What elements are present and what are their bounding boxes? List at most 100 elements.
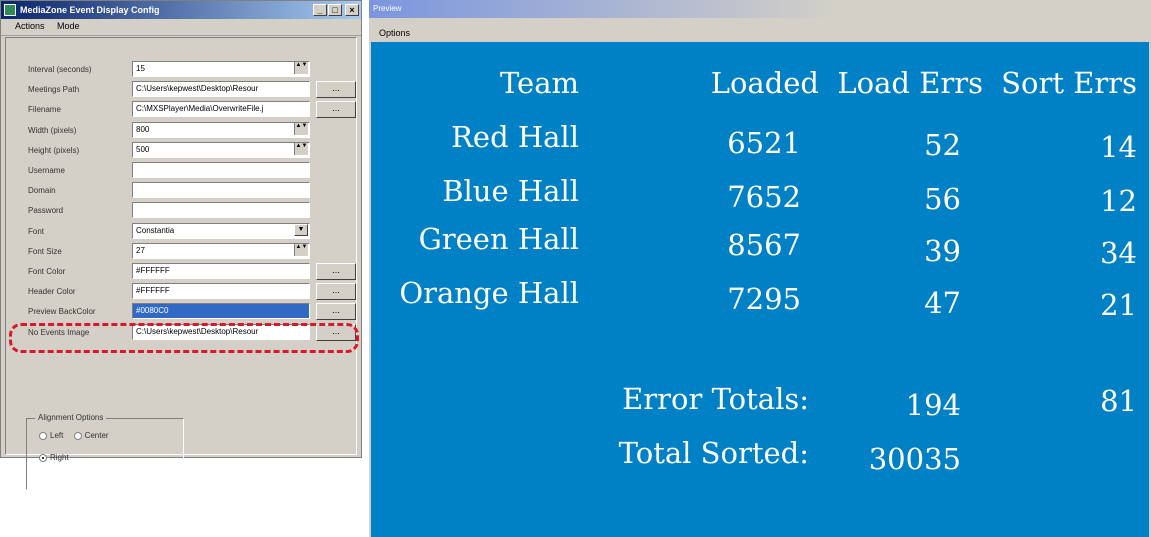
meetings-path-browse-button[interactable]: ... [316,81,356,98]
field-label-height-pixels: Height (pixels) [28,146,80,155]
row-3-team: Green Hall [418,222,579,256]
row-3-load-errs: 39 [924,234,961,268]
filename-input[interactable]: C:\MXSPlayer\Media\OverwriteFile.j [132,101,310,117]
field-row-domain: Domain [6,181,358,201]
preview-display: Team Loaded Load Errs Sort Errs Red Hall… [371,42,1149,537]
row-1-load-errs: 52 [924,128,961,162]
error-totals-label: Error Totals: [622,382,809,416]
row-4-loaded: 7295 [727,282,801,316]
field-label-password: Password [28,206,64,215]
filename-browse-button[interactable]: ... [316,101,356,118]
field-row-font-color: Font Color #FFFFFF... [6,262,358,282]
field-label-domain: Domain [28,186,56,195]
config-window-title: MediaZone Event Display Config [20,5,160,15]
chevron-down-icon[interactable]: ▼ [294,224,308,236]
field-row-height-pixels: Height (pixels) 500 ▲▼ [6,141,358,161]
interval-seconds-input[interactable]: 15 [132,61,310,77]
field-label-filename: Filename [28,105,61,114]
font-color-input[interactable]: #FFFFFF [132,263,310,279]
close-button[interactable]: × [345,4,359,16]
header-color-input[interactable]: #FFFFFF [132,283,310,299]
row-2-team: Blue Hall [442,174,579,208]
field-row-font: Font Constantia ▼ [6,222,358,242]
field-row-password: Password [6,201,358,221]
width-pixels-spinner[interactable]: ▲▼ [294,123,308,135]
config-form: Alignment Options Left Center Right Inte… [5,37,358,490]
header-sort-errs: Sort Errs [1001,66,1137,100]
field-row-header-color: Header Color #FFFFFF... [6,282,358,302]
field-row-preview-backcolor: Preview BackColor #0080C0... [6,302,358,322]
font-size-input[interactable]: 27 [132,243,310,259]
field-row-font-size: Font Size 27 ▲▼ [6,242,358,262]
preview-title-bar[interactable]: Preview [369,0,1151,18]
row-2-load-errs: 56 [924,182,961,216]
config-title-bar[interactable]: MediaZone Event Display Config _ □ × [1,1,361,19]
radio-right[interactable]: Right [39,453,69,462]
row-4-team: Orange Hall [399,276,579,310]
field-label-interval-seconds: Interval (seconds) [28,65,92,74]
radio-left[interactable]: Left [39,431,63,440]
header-load-errs: Load Errs [837,66,983,100]
field-label-no-events-image: No Events Image [28,328,90,337]
maximize-button[interactable]: □ [328,4,342,16]
radio-center[interactable]: Center [73,431,109,440]
no-events-image-input[interactable]: C:\Users\kepwest\Desktop\Resour [132,324,310,340]
header-loaded: Loaded [710,66,819,100]
field-label-meetings-path: Meetings Path [28,85,80,94]
header-team: Team [499,66,579,100]
width-pixels-input[interactable]: 800 [132,122,310,138]
total-sorted-value: 30035 [868,442,961,476]
row-4-sort-errs: 21 [1100,288,1137,322]
field-row-meetings-path: Meetings Path C:\Users\kepwest\Desktop\Re… [6,80,358,100]
error-totals-sort: 81 [1100,384,1137,418]
domain-input[interactable] [132,182,310,198]
field-row-filename: Filename C:\MXSPlayer\Media\OverwriteFile… [6,100,358,120]
minimize-button[interactable]: _ [313,4,327,16]
total-sorted-label: Total Sorted: [618,436,809,470]
radio-left-dot[interactable] [39,431,47,440]
row-2-sort-errs: 12 [1100,184,1137,218]
interval-seconds-spinner[interactable]: ▲▼ [294,62,308,74]
alignment-options-legend: Alignment Options [35,413,107,422]
alignment-options-group: Alignment Options Left Center Right [26,413,184,490]
meetings-path-input[interactable]: C:\Users\kepwest\Desktop\Resour [132,81,310,97]
no-events-image-browse-button[interactable]: ... [316,324,356,341]
preview-backcolor-browse-button[interactable]: ... [316,303,356,320]
alignment-radio-row-1: Left Center [39,431,117,440]
field-row-no-events-image: No Events Image C:\Users\kepwest\Desktop\… [6,323,358,343]
app-icon [4,4,16,16]
password-input[interactable] [132,202,310,218]
menu-mode[interactable]: Mode [57,21,80,31]
radio-right-label: Right [50,453,69,462]
username-input[interactable] [132,162,310,178]
field-label-preview-backcolor: Preview BackColor [28,307,96,316]
row-1-loaded: 6521 [727,126,801,160]
radio-right-dot[interactable] [39,453,47,462]
field-label-header-color: Header Color [28,287,76,296]
height-pixels-spinner[interactable]: ▲▼ [294,143,308,155]
field-row-interval-seconds: Interval (seconds) 15 ▲▼ [6,60,358,80]
field-label-font-size: Font Size [28,247,62,256]
font-color-browse-button[interactable]: ... [316,263,356,280]
field-label-width-pixels: Width (pixels) [28,126,77,135]
field-row-username: Username [6,161,358,181]
alignment-radio-row-2: Right [39,453,77,462]
preview-window: Preview Options Team Loaded Load Errs So… [369,0,1151,537]
field-label-font-color: Font Color [28,267,66,276]
error-totals-load: 194 [905,388,961,422]
row-3-loaded: 8567 [727,228,801,262]
config-menu-bar: Actions Mode [1,19,361,36]
radio-center-label: Center [84,431,109,440]
font-size-spinner[interactable]: ▲▼ [294,244,308,256]
preview-backcolor-input[interactable]: #0080C0 [132,303,310,319]
menu-actions[interactable]: Actions [15,21,45,31]
preview-menu-bar: Options [369,18,1151,40]
radio-center-dot[interactable] [73,431,82,440]
menu-options[interactable]: Options [379,28,410,38]
font-input[interactable]: Constantia [132,223,310,239]
height-pixels-input[interactable]: 500 [132,142,310,158]
row-3-sort-errs: 34 [1100,236,1137,270]
radio-left-label: Left [50,431,64,440]
field-label-username: Username [28,166,65,175]
header-color-browse-button[interactable]: ... [316,283,356,300]
